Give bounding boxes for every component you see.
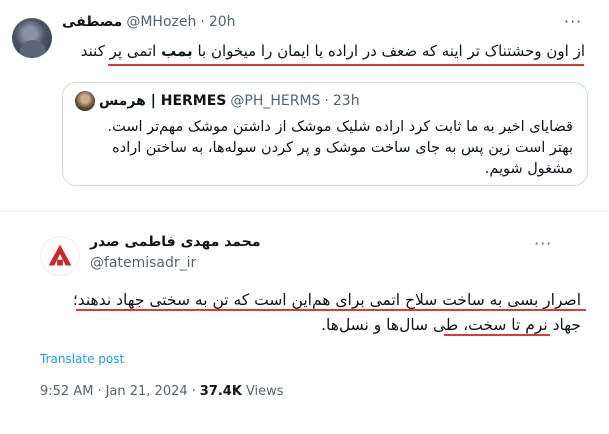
brand-logo-icon	[48, 244, 72, 266]
avatar[interactable]	[40, 236, 80, 276]
quoted-line: بهتر است زین پس به جای ساخت موشک و پر کر…	[112, 140, 573, 156]
quoted-tweet-text: قضایای اخیر به ما ثابت کرد اراده شلیک مو…	[93, 117, 573, 180]
red-underline	[76, 309, 586, 311]
quoted-post-time: 23h	[332, 93, 360, 109]
ellipsis-icon[interactable]: ···	[534, 234, 552, 253]
post-time[interactable]: 9:52 AM	[40, 384, 93, 399]
post-date[interactable]: Jan 21, 2024	[106, 384, 188, 399]
quoted-author-handle: @PH_HERMS	[230, 93, 321, 109]
avatar	[75, 91, 95, 111]
separator-dot: ·	[324, 93, 329, 109]
views-count: 37.4K	[199, 384, 242, 399]
ellipsis-icon[interactable]: ···	[564, 12, 582, 31]
main-tweet: محمد مهدی فاطمی صدر @fatemisadr_ir ··· ا…	[0, 212, 609, 434]
author-name[interactable]: مصطفی	[62, 14, 122, 30]
views-label: Views	[245, 384, 284, 399]
author-handle[interactable]: @fatemisadr_ir	[90, 255, 196, 271]
quoted-tweet[interactable]: هرمس | HERMES @PH_HERMS · 23h قضایای اخی…	[62, 82, 588, 186]
author-handle[interactable]: @MHozeh	[126, 14, 196, 30]
tweet-text-bold: بمب	[161, 42, 193, 60]
tweet-header: مصطفی @MHozeh · 20h	[62, 14, 569, 30]
quoted-line: مشغول شویم.	[484, 161, 573, 177]
quoted-tweet-header: هرمس | HERMES @PH_HERMS · 23h	[75, 91, 360, 111]
quoted-line: قضایای اخیر به ما ثابت کرد اراده شلیک مو…	[107, 119, 573, 135]
top-tweet: مصطفی @MHozeh · 20h ··· از اون وحشتناک ت…	[0, 0, 609, 210]
post-time[interactable]: 20h	[209, 14, 236, 30]
tweet-text-part: اتمی پر کنند	[80, 42, 162, 60]
red-underline	[444, 334, 550, 336]
tweet-text: اصرار بسی به ساخت سلاح اتمی برای هم‌این …	[61, 288, 581, 338]
tweet-text: از اون وحشتناک تر اینه که ضعف در اراده ی…	[65, 40, 585, 62]
separator-dot: ·	[97, 384, 102, 399]
avatar[interactable]	[12, 18, 52, 58]
author-name[interactable]: محمد مهدی فاطمی صدر	[90, 234, 261, 250]
quoted-author-name: هرمس | HERMES	[99, 93, 227, 109]
translate-link[interactable]: Translate post	[40, 352, 124, 366]
separator-dot: ·	[191, 384, 196, 399]
red-underline	[108, 64, 584, 66]
tweet-text-part: از اون وحشتناک تر اینه که ضعف در اراده ی…	[192, 42, 585, 60]
post-meta: 9:52 AM · Jan 21, 2024 · 37.4K Views	[40, 384, 284, 399]
separator-dot: ·	[200, 14, 205, 30]
